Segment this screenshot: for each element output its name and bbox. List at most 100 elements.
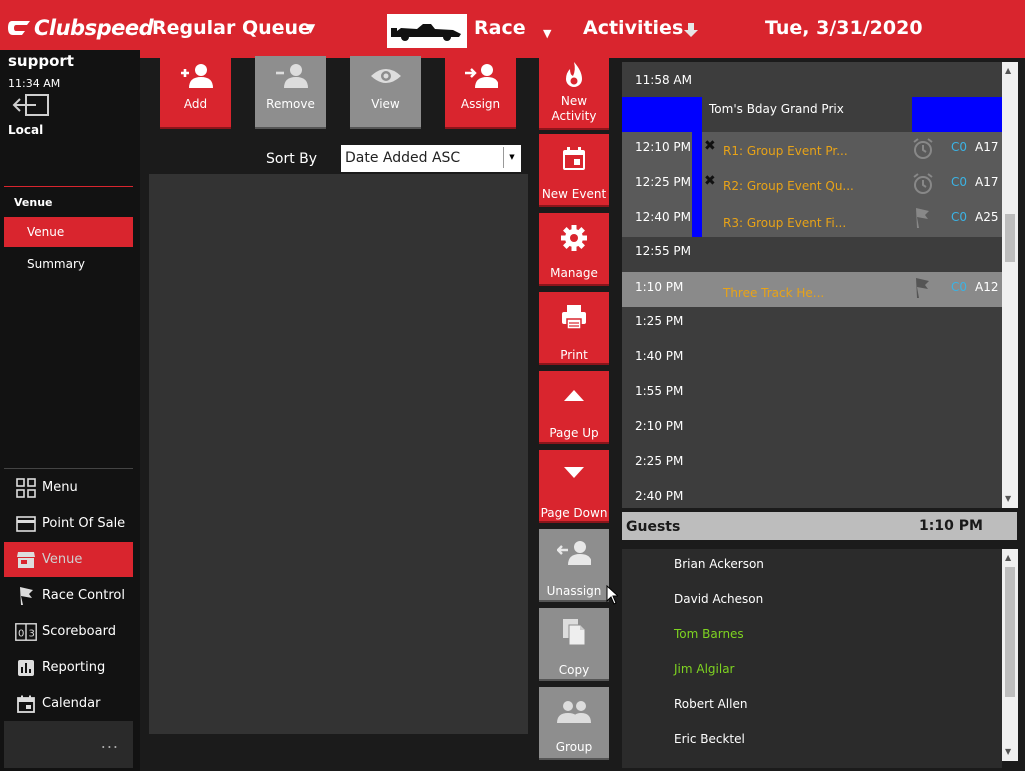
queue-dropdown-icon[interactable]: ▼ (306, 21, 315, 35)
copy-button[interactable]: Copy (539, 608, 609, 681)
schedule-row[interactable]: 2:10 PM (622, 412, 1002, 447)
heat-row-selected[interactable]: 1:10 PM Three Track He... C0 A12 (622, 272, 1002, 307)
nav-menu-label: Menu (42, 480, 78, 495)
group-label: Group (555, 740, 593, 754)
schedule-row[interactable]: 11:58 AM (622, 62, 1002, 97)
schedule-list[interactable]: 11:58 AM Tom's Bday Grand Prix 12:10 PM … (622, 62, 1002, 508)
flag-icon (913, 277, 931, 302)
nav-scoreboard-label: Scoreboard (42, 624, 116, 639)
nav-venue[interactable]: Venue (4, 542, 133, 577)
sort-by-label: Sort By (266, 151, 318, 167)
schedule-row[interactable]: 1:55 PM (622, 377, 1002, 412)
event-color-bar (692, 202, 702, 237)
nav-scoreboard[interactable]: 03 Scoreboard (4, 614, 133, 649)
group-button[interactable]: Group (539, 687, 609, 760)
remove-user-icon (275, 64, 308, 88)
guest-name[interactable]: David Acheson (674, 592, 763, 606)
scroll-up-icon[interactable]: ▲ (1005, 66, 1011, 75)
dropdown-arrow-icon: ▼ (503, 147, 520, 168)
sidebar-item-summary[interactable]: Summary (4, 249, 133, 279)
heat-row[interactable]: 12:10 PM ✖ R1: Group Event Pr... C0 A17 (622, 132, 1002, 167)
nav-menu[interactable]: Menu (4, 470, 133, 505)
guest-name[interactable]: Tom Barnes (674, 627, 744, 641)
heat-row[interactable]: 12:40 PM R3: Group Event Fi... C0 A25 (622, 202, 1002, 237)
row-time: 1:55 PM (635, 384, 684, 398)
cross-flags-icon: ✖ (704, 173, 716, 189)
guest-list[interactable]: Brian Ackerson David Acheson Tom Barnes … (622, 549, 1002, 768)
flame-icon (566, 62, 582, 87)
print-label: Print (560, 348, 588, 362)
group-icon (557, 701, 591, 723)
new-event-button[interactable]: New Event (539, 134, 609, 207)
guest-name[interactable]: Brian Ackerson (674, 557, 764, 571)
print-button[interactable]: Print (539, 292, 609, 365)
logout-icon[interactable] (12, 94, 50, 120)
row-time: 1:25 PM (635, 314, 684, 328)
heat-code: C0 (951, 175, 968, 189)
schedule-row[interactable]: 12:55 PM (622, 237, 1002, 272)
alarm-clock-icon (911, 173, 935, 198)
row-time: 11:58 AM (635, 73, 692, 87)
nav-calendar[interactable]: Calendar (4, 686, 133, 721)
heat-name: R3: Group Event Fi... (723, 216, 847, 230)
schedule-row[interactable]: 2:25 PM (622, 447, 1002, 482)
schedule-row[interactable]: 2:40 PM (622, 482, 1002, 508)
schedule-scroll-thumb[interactable] (1005, 214, 1015, 262)
race-title[interactable]: Race (474, 17, 526, 39)
activities-title[interactable]: Activities (583, 17, 683, 39)
heat-row[interactable]: 12:25 PM ✖ R2: Group Event Qu... C0 A17 (622, 167, 1002, 202)
credit-card-icon (14, 513, 38, 535)
assign-user-icon (464, 64, 499, 88)
remove-label: Remove (266, 97, 315, 111)
new-activity-button[interactable]: New Activity (539, 55, 609, 130)
view-button[interactable]: View (350, 56, 421, 129)
sort-dropdown-value: Date Added ASC (345, 150, 461, 166)
schedule-scrollbar[interactable]: ▲ ▼ (1002, 62, 1018, 508)
manage-button[interactable]: Manage (539, 213, 609, 286)
scroll-down-icon[interactable]: ▼ (1005, 494, 1011, 503)
page-down-button[interactable]: Page Down (539, 450, 609, 523)
assign-button[interactable]: Assign (445, 56, 516, 129)
sidebar-item-venue[interactable]: Venue (4, 217, 133, 247)
more-menu[interactable]: ... (4, 721, 133, 768)
event-row[interactable]: Tom's Bday Grand Prix (622, 97, 1002, 132)
row-time: 12:10 PM (635, 140, 691, 154)
row-time: 12:40 PM (635, 210, 691, 224)
nav-race-control[interactable]: Race Control (4, 578, 133, 613)
heat-name: R2: Group Event Qu... (723, 179, 854, 193)
sort-dropdown[interactable]: Date Added ASC ▼ (341, 145, 521, 172)
guest-name[interactable]: Jim Algilar (674, 662, 735, 676)
scroll-down-icon[interactable]: ▼ (1005, 747, 1011, 756)
calendar-icon (14, 693, 38, 715)
bar-chart-icon (14, 657, 38, 679)
view-label: View (371, 97, 400, 111)
unassign-button[interactable]: Unassign (539, 529, 609, 602)
page-up-button[interactable]: Page Up (539, 371, 609, 444)
gear-icon (561, 225, 587, 251)
schedule-row[interactable]: 1:25 PM (622, 307, 1002, 342)
remove-button[interactable]: Remove (255, 56, 326, 129)
guest-scroll-thumb[interactable] (1005, 567, 1015, 697)
heat-name: Three Track He... (723, 286, 825, 300)
queue-title[interactable]: Regular Queue (152, 17, 311, 39)
heat-code: C0 (951, 140, 968, 154)
schedule-row[interactable]: 1:40 PM (622, 342, 1002, 377)
event-title: Tom's Bday Grand Prix (709, 102, 844, 116)
queue-list-panel[interactable] (149, 174, 528, 734)
heat-code: C0 (951, 210, 968, 224)
flag-icon (14, 585, 38, 607)
clubspeed-logo-icon (8, 21, 30, 35)
scroll-up-icon[interactable]: ▲ (1005, 553, 1011, 562)
event-color-bar (692, 132, 702, 167)
guest-name[interactable]: Eric Becktel (674, 732, 745, 746)
nav-reporting[interactable]: Reporting (4, 650, 133, 685)
add-button[interactable]: Add (160, 56, 231, 129)
guest-scrollbar[interactable]: ▲ ▼ (1002, 549, 1018, 761)
svg-text:3: 3 (29, 628, 35, 639)
heat-count: A17 (975, 140, 999, 154)
nav-point-of-sale[interactable]: Point Of Sale (4, 506, 133, 541)
guest-name[interactable]: Robert Allen (674, 697, 747, 711)
race-dropdown-icon[interactable]: ▼ (543, 27, 551, 40)
new-activity-label-line2: Activity (551, 109, 597, 123)
arrow-down-icon[interactable] (683, 22, 699, 42)
